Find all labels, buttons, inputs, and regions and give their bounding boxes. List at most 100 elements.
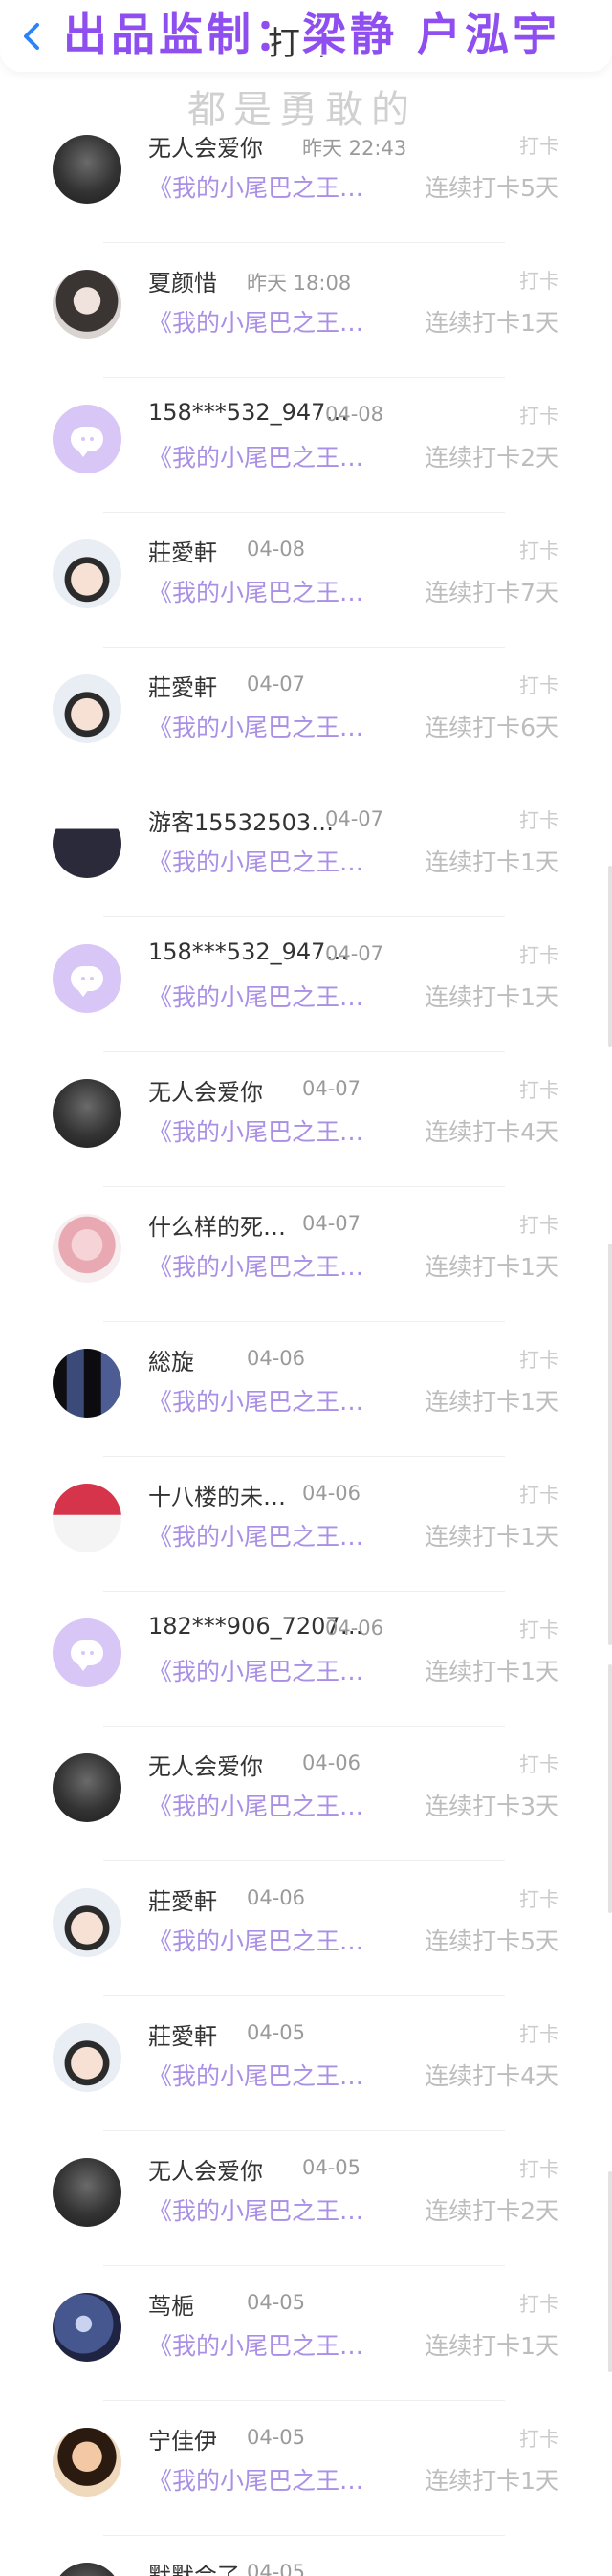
watermark-overlay: 出品监制：梁静 户泓宇 — [63, 9, 561, 60]
book-title-link[interactable]: 《我的小尾巴之王… — [148, 574, 363, 608]
user-name[interactable]: 无人会爱你 — [148, 2152, 263, 2186]
check-in-date: 昨天 22:43 — [302, 137, 407, 160]
list-item[interactable]: 総旋 04-06 打卡 《我的小尾巴之王… 连续打卡1天 — [0, 1322, 612, 1457]
book-title-link[interactable]: 《我的小尾巴之王… — [148, 2462, 363, 2497]
avatar[interactable] — [53, 1484, 121, 1552]
list-item[interactable]: 莊愛軒 04-05 打卡 《我的小尾巴之王… 连续打卡4天 — [0, 1996, 612, 2131]
user-name[interactable]: 莊愛軒 — [148, 1882, 217, 1916]
streak-text: 连续打卡1天 — [425, 983, 559, 1011]
user-name[interactable]: 夏颜惜 — [148, 264, 217, 297]
avatar[interactable] — [53, 2428, 121, 2497]
user-name[interactable]: 莊愛軒 — [148, 2017, 217, 2051]
check-in-label: 打卡 — [519, 674, 559, 697]
avatar[interactable] — [53, 2023, 121, 2092]
avatar[interactable] — [53, 674, 121, 743]
check-in-date: 04-06 — [302, 1751, 361, 1774]
book-title-link[interactable]: 《我的小尾巴之王… — [148, 1248, 363, 1283]
streak-text: 连续打卡1天 — [425, 1253, 559, 1281]
list-item[interactable]: 无人会爱你 04-07 打卡 《我的小尾巴之王… 连续打卡4天 — [0, 1052, 612, 1187]
list-item[interactable]: 182***906_7207… 04-06 打卡 《我的小尾巴之王… 连续打卡1天 — [0, 1592, 612, 1727]
check-in-date: 04-06 — [325, 1617, 384, 1640]
avatar[interactable] — [53, 2293, 121, 2362]
avatar[interactable] — [53, 270, 121, 339]
user-name[interactable]: 158***532_947… — [148, 938, 348, 965]
scrollbar[interactable] — [608, 866, 612, 1047]
book-title-link[interactable]: 《我的小尾巴之王… — [148, 979, 363, 1013]
user-name[interactable]: 158***532_947… — [148, 399, 348, 426]
book-title-link[interactable]: 《我的小尾巴之王… — [148, 1383, 363, 1418]
list-item[interactable]: 默默会了 04-05 — [0, 2536, 612, 2576]
book-title-link[interactable]: 《我的小尾巴之王… — [148, 709, 363, 743]
check-in-date: 04-05 — [247, 2021, 306, 2044]
book-title-link[interactable]: 《我的小尾巴之王… — [148, 2327, 363, 2362]
user-name[interactable]: 无人会爱你 — [148, 1748, 263, 1781]
list-item[interactable]: 158***532_947… 04-07 打卡 《我的小尾巴之王… 连续打卡1天 — [0, 917, 612, 1052]
book-title-link[interactable]: 《我的小尾巴之王… — [148, 1788, 363, 1822]
avatar[interactable] — [53, 539, 121, 608]
list-item[interactable]: 游客15532503… 04-07 打卡 《我的小尾巴之王… 连续打卡1天 — [0, 782, 612, 917]
list-item[interactable]: 什么样的死… 04-07 打卡 《我的小尾巴之王… 连续打卡1天 — [0, 1187, 612, 1322]
avatar[interactable] — [53, 1349, 121, 1418]
avatar[interactable] — [53, 1753, 121, 1822]
list-item[interactable]: 无人会爱你 04-06 打卡 《我的小尾巴之王… 连续打卡3天 — [0, 1727, 612, 1861]
check-in-date: 04-05 — [247, 2561, 306, 2576]
check-in-label: 打卡 — [519, 2293, 559, 2316]
chat-bubble-icon — [71, 1640, 103, 1671]
user-name[interactable]: 无人会爱你 — [148, 129, 263, 163]
user-name[interactable]: 什么样的死… — [148, 1208, 286, 1242]
user-name[interactable]: 十八楼的未… — [148, 1478, 286, 1511]
book-title-link[interactable]: 《我的小尾巴之王… — [148, 844, 363, 878]
streak-text: 连续打卡1天 — [425, 309, 559, 337]
avatar[interactable] — [53, 1888, 121, 1957]
scrollbar[interactable] — [608, 2171, 612, 2372]
streak-text: 连续打卡5天 — [425, 1927, 559, 1955]
list-item[interactable]: 茑梔 04-05 打卡 《我的小尾巴之王… 连续打卡1天 — [0, 2266, 612, 2401]
book-title-link[interactable]: 《我的小尾巴之王… — [148, 2058, 363, 2092]
check-in-date: 04-07 — [302, 1212, 361, 1235]
avatar[interactable] — [53, 405, 121, 473]
check-in-list: 无人会爱你 昨天 22:43 打卡 《我的小尾巴之王… 连续打卡5天 夏颜惜 昨天 18:0… — [0, 108, 612, 2576]
list-item[interactable]: 无人会爱你 04-05 打卡 《我的小尾巴之王… 连续打卡2天 — [0, 2131, 612, 2266]
user-name[interactable]: 莊愛軒 — [148, 534, 217, 567]
user-name[interactable]: 総旋 — [148, 1343, 194, 1376]
avatar[interactable] — [53, 1079, 121, 1148]
check-in-date: 04-08 — [247, 538, 306, 561]
scrollbar[interactable] — [608, 1244, 612, 1645]
user-name[interactable]: 茑梔 — [148, 2287, 194, 2321]
user-name[interactable]: 宁佳伊 — [148, 2422, 217, 2455]
avatar[interactable] — [53, 1618, 121, 1687]
book-title-link[interactable]: 《我的小尾巴之王… — [148, 2192, 363, 2227]
book-title-link[interactable]: 《我的小尾巴之王… — [148, 169, 363, 204]
streak-text: 连续打卡1天 — [425, 1523, 559, 1551]
list-item[interactable]: 158***532_947… 04-08 打卡 《我的小尾巴之王… 连续打卡2天 — [0, 378, 612, 513]
book-title-link[interactable]: 《我的小尾巴之王… — [148, 1113, 363, 1148]
avatar[interactable] — [53, 1214, 121, 1283]
list-item[interactable]: 夏颜惜 昨天 18:08 打卡 《我的小尾巴之王… 连续打卡1天 — [0, 243, 612, 378]
book-title-link[interactable]: 《我的小尾巴之王… — [148, 304, 363, 339]
list-item[interactable]: 宁佳伊 04-05 打卡 《我的小尾巴之王… 连续打卡1天 — [0, 2401, 612, 2536]
book-title-link[interactable]: 《我的小尾巴之王… — [148, 1653, 363, 1687]
avatar[interactable] — [53, 2158, 121, 2227]
avatar[interactable] — [53, 2563, 121, 2576]
list-item[interactable]: 莊愛軒 04-07 打卡 《我的小尾巴之王… 连续打卡6天 — [0, 648, 612, 782]
check-in-label: 打卡 — [519, 1484, 559, 1507]
chat-bubble-icon — [71, 966, 103, 997]
user-name[interactable]: 莊愛軒 — [148, 669, 217, 702]
avatar[interactable] — [53, 809, 121, 878]
check-in-label: 打卡 — [519, 1618, 559, 1641]
book-title-link[interactable]: 《我的小尾巴之王… — [148, 1518, 363, 1552]
check-in-label: 打卡 — [519, 809, 559, 832]
check-in-label: 打卡 — [519, 135, 559, 158]
check-in-date: 04-07 — [325, 942, 384, 965]
book-title-link[interactable]: 《我的小尾巴之王… — [148, 1923, 363, 1957]
avatar[interactable] — [53, 135, 121, 204]
book-title-link[interactable]: 《我的小尾巴之王… — [148, 439, 363, 473]
list-item[interactable]: 莊愛軒 04-06 打卡 《我的小尾巴之王… 连续打卡5天 — [0, 1861, 612, 1996]
user-name[interactable]: 游客15532503… — [148, 804, 334, 837]
user-name[interactable]: 默默会了 — [148, 2557, 240, 2576]
scrollbar[interactable] — [608, 1664, 612, 1913]
avatar[interactable] — [53, 944, 121, 1013]
user-name[interactable]: 无人会爱你 — [148, 1073, 263, 1107]
list-item[interactable]: 十八楼的未… 04-06 打卡 《我的小尾巴之王… 连续打卡1天 — [0, 1457, 612, 1592]
list-item[interactable]: 莊愛軒 04-08 打卡 《我的小尾巴之王… 连续打卡7天 — [0, 513, 612, 648]
